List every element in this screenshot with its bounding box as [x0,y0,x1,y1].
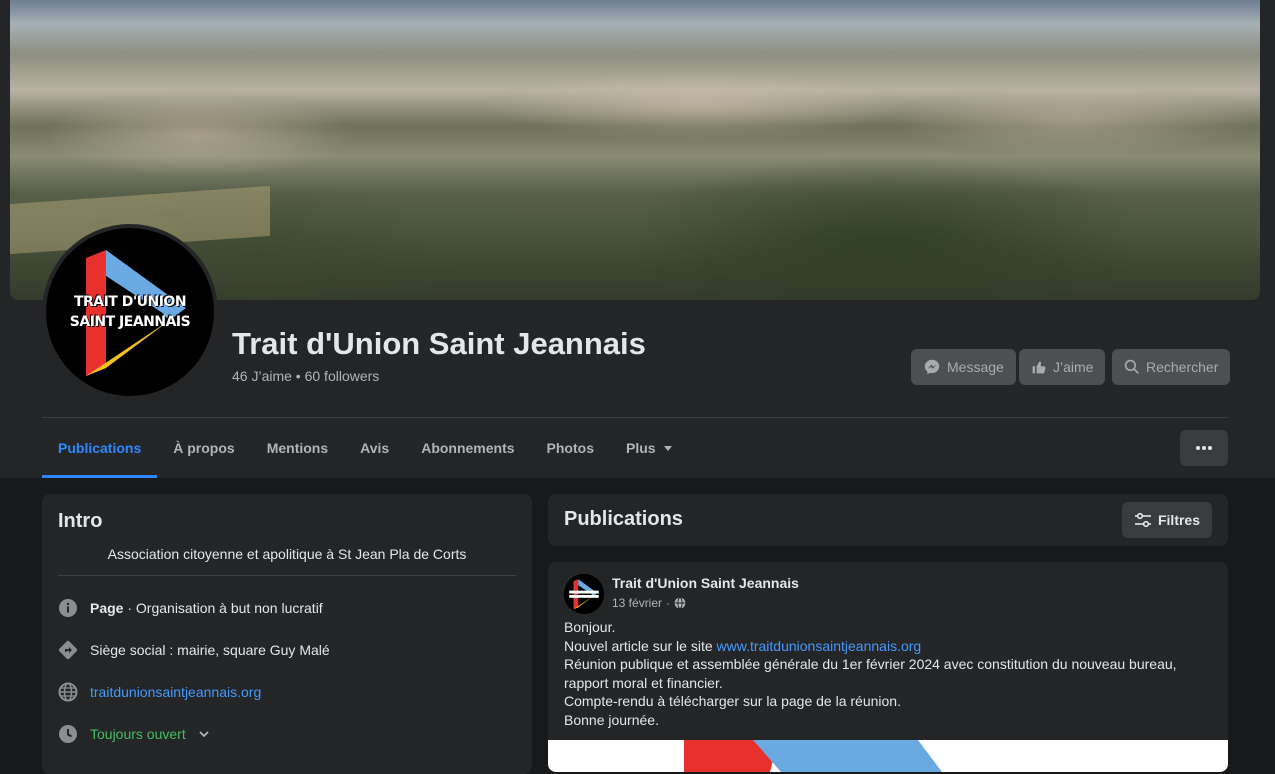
post-website-link[interactable]: www.traitdunionsaintjeannais.org [717,638,922,654]
directions-icon [58,640,78,660]
post-author-name[interactable]: Trait d'Union Saint Jeannais [612,575,799,591]
profile-picture[interactable]: TRAIT D'UNION SAINT JEANNAIS [42,224,218,400]
page-category: · Organisation à but non lucratif [123,600,323,616]
filters-label: Filtres [1157,512,1200,528]
message-button[interactable]: Message [911,349,1016,385]
messenger-icon [924,359,940,375]
info-icon [58,598,78,618]
post-date[interactable]: 13 février [612,596,662,610]
post-card: Trait d'Union Saint Jeannais 13 février … [548,562,1228,772]
logo-line-2: SAINT JEANNAIS [69,314,191,330]
page-label: Page [90,600,124,616]
intro-website[interactable]: traitdunionsaintjeannais.org [58,682,261,702]
intro-hours[interactable]: Toujours ouvert [58,724,210,744]
logo-triangle-icon [86,250,186,376]
intro-address: Siège social : mairie, square Guy Malé [58,640,330,660]
post-line: Réunion publique et assemblée générale d… [564,656,1177,672]
tab-label: À propos [173,440,235,456]
globe-icon [674,597,686,609]
intro-bio: Association citoyenne et apolitique à St… [107,546,467,562]
chevron-down-icon[interactable] [198,728,210,740]
post-author-avatar[interactable] [564,574,604,614]
sliders-icon [1134,512,1151,528]
post-meta: 13 février · [612,596,686,610]
like-button[interactable]: J’aime [1019,349,1106,385]
more-options-button[interactable] [1180,430,1228,466]
tab-avis[interactable]: Avis [344,418,405,478]
page-stats[interactable]: 46 J’aime • 60 followers [232,368,379,384]
filters-button[interactable]: Filtres [1121,502,1212,538]
tab-a-propos[interactable]: À propos [157,418,250,478]
message-label: Message [947,359,1004,375]
tab-label: Publications [58,440,142,456]
tab-label: Mentions [266,440,329,456]
ellipsis-icon [1196,446,1212,450]
post-line: Bonne journée. [564,711,659,728]
intro-page-category: Page · Organisation à but non lucratif [58,598,323,618]
tab-label: Avis [360,440,390,456]
tab-label: Photos [546,440,594,456]
search-label: Rechercher [1146,359,1219,375]
intro-divider [58,575,516,576]
intro-title: Intro [58,510,103,532]
globe-icon [58,682,78,702]
like-label: J’aime [1053,359,1094,375]
page-category-text: Page · Organisation à but non lucratif [90,600,323,616]
page-tabs: Publications À propos Mentions Avis Abon… [42,418,690,478]
caret-down-icon [663,446,672,451]
website-link[interactable]: traitdunionsaintjeannais.org [90,684,261,700]
publications-header: Publications Filtres [548,494,1228,546]
logo: TRAIT D'UNION SAINT JEANNAIS [46,228,214,396]
tab-plus[interactable]: Plus [610,418,690,478]
post-body: Bonjour. Nouvel article sur le site www.… [564,618,1214,729]
tab-label: Plus [626,440,656,456]
thumbs-up-icon [1032,361,1046,374]
tab-publications[interactable]: Publications [42,418,158,478]
tab-mentions[interactable]: Mentions [251,418,344,478]
post-image[interactable] [548,740,1228,772]
post-line: rapport moral et financier. [564,674,723,691]
dot-separator: · [666,596,671,610]
intro-card: Intro Association citoyenne et apolitiqu… [42,494,532,774]
logo-triangle-icon [564,574,604,614]
tab-label: Abonnements [421,440,515,456]
tab-abonnements[interactable]: Abonnements [405,418,530,478]
clock-icon [58,724,78,744]
post-image-logo [684,740,942,772]
post-line: Bonjour. [564,619,616,635]
tab-photos[interactable]: Photos [531,418,610,478]
publications-title: Publications [564,508,683,530]
page-title: Trait d'Union Saint Jeannais [232,326,646,361]
logo-line-1: TRAIT D'UNION [73,294,187,310]
post-line-prefix: Nouvel article sur le site [564,637,717,654]
search-icon [1124,359,1139,374]
address-text: Siège social : mairie, square Guy Malé [90,642,330,658]
hours-text: Toujours ouvert [90,726,186,742]
post-line: Compte-rendu à télécharger sur la page d… [564,693,901,709]
search-button[interactable]: Rechercher [1112,349,1231,385]
post-line: Nouvel article sur le site www.traitduni… [564,637,1214,656]
